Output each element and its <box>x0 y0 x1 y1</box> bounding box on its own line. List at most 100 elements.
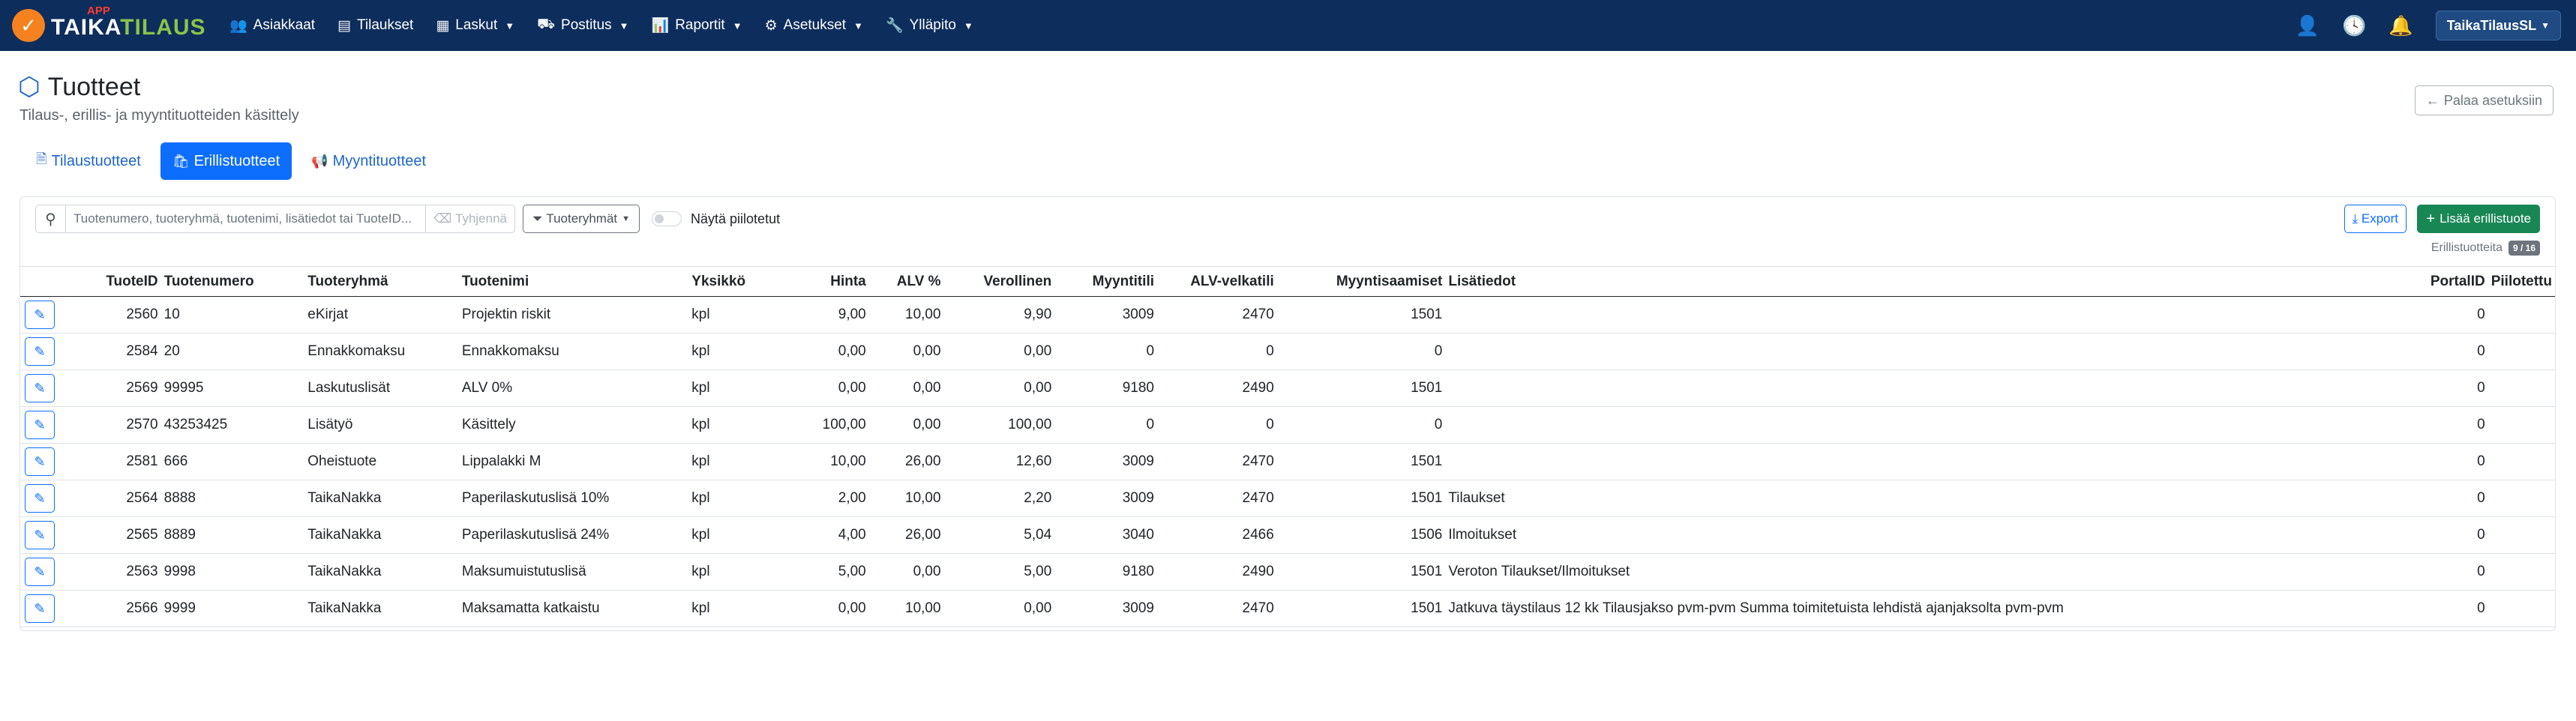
cell-piilotettu <box>2488 296 2555 334</box>
col-portalid[interactable]: PortalID <box>2403 266 2488 297</box>
col-tuoteid[interactable]: TuoteID <box>67 266 161 297</box>
edit-button[interactable]: ✎ <box>25 558 55 586</box>
cell-tuoteid: 2584 <box>67 333 161 370</box>
col-myyntitili[interactable]: Myyntitili <box>1054 266 1158 297</box>
count-label: Erillistuotteita <box>2431 241 2503 254</box>
cell-alv: 10,00 <box>868 480 944 517</box>
cell-hinta: 4,00 <box>771 516 869 554</box>
table-row[interactable]: ✎ 2584 20 Ennakkomaksu Ennakkomaksu kpl 0,00 0,… <box>20 333 2555 370</box>
table-row[interactable]: ✎ 2566 9999 TaikaNakka Maksamatta katkaistu k… <box>20 590 2555 627</box>
user-menu-button[interactable]: TaikaTilausSL ▼ <box>2435 10 2561 40</box>
cell-portalid: 0 <box>2403 480 2488 517</box>
brand-logo-link[interactable]: ✓ TAIKATILAUS APP <box>12 4 206 45</box>
main-nav: 👥 Asiakkaat ▤ Tilaukset ▦ Laskut ▼ ⛟ Pos… <box>229 0 996 51</box>
chart-icon: 📊 <box>651 18 670 34</box>
edit-button[interactable]: ✎ <box>25 337 55 366</box>
user-settings-icon[interactable]: 👤 <box>2296 14 2320 37</box>
nav-item-tilaukset[interactable]: ▤ Tilaukset <box>337 17 413 34</box>
pencil-icon: ✎ <box>34 564 46 579</box>
show-hidden-toggle[interactable] <box>652 211 682 226</box>
cell-tuotenimi: Maksumuistutuslisä <box>458 553 689 591</box>
cell-myyntitili: 3040 <box>1054 516 1158 554</box>
cell-tuoteid: 2566 <box>67 590 161 627</box>
cell-myyntisaamiset: 0 <box>1276 406 1446 444</box>
edit-button[interactable]: ✎ <box>25 594 55 623</box>
cell-tuoteryhma: TaikaNakka <box>304 590 459 627</box>
pencil-icon: ✎ <box>34 380 46 396</box>
pencil-icon: ✎ <box>34 527 46 543</box>
export-button[interactable]: ⤓ Export <box>2344 205 2407 233</box>
col-hinta[interactable]: Hinta <box>771 266 869 297</box>
col-alv[interactable]: ALV % <box>868 266 944 297</box>
nav-item-asiakkaat[interactable]: 👥 Asiakkaat <box>229 16 315 34</box>
cell-tuoteryhma: Laskutuslisät <box>304 369 459 407</box>
invoice-icon: ▦ <box>436 17 450 34</box>
cell-tuoteryhma: TaikaNakka <box>304 480 459 517</box>
table-row[interactable]: ✎ 2565 8889 TaikaNakka Paperilaskutuslisä 24… <box>20 516 2555 554</box>
toolbar: ⚲ ⌫ Tyhjennä ⏷ Tuoteryhmät ▼ Näytä piilo… <box>35 205 780 233</box>
table-row[interactable]: ✎ 2564 8888 TaikaNakka Paperilaskutuslisä 10… <box>20 480 2555 517</box>
pencil-icon: ✎ <box>34 600 46 616</box>
chevron-down-icon: ▼ <box>853 19 863 31</box>
col-yksikko[interactable]: Yksikkö <box>688 266 772 297</box>
tab-erillistuotteet[interactable]: 🛍 Erillistuotteet <box>160 142 292 180</box>
tab-tilaustuotteet[interactable]: 🗎 Tilaustuotteet <box>24 142 153 180</box>
cell-tuoteid: 2569 <box>67 369 161 407</box>
group-filter-label: Tuoteryhmät <box>546 211 618 226</box>
cell-alv-velkatili: 2470 <box>1157 590 1277 627</box>
bell-icon[interactable]: 🔔 <box>2389 14 2413 37</box>
clock-icon[interactable]: 🕓 <box>2342 14 2366 37</box>
cell-tuotenimi: Lippalakki M <box>458 443 689 480</box>
edit-button[interactable]: ✎ <box>25 411 55 439</box>
table-row[interactable]: ✎ 2569 99995 Laskutuslisät ALV 0% kpl 0,00 0,00… <box>20 369 2555 407</box>
cell-yksikko: kpl <box>688 480 772 517</box>
col-tuotenimi[interactable]: Tuotenimi <box>458 266 689 297</box>
table-row[interactable]: ✎ 2581 666 Oheistuote Lippalakki Mkpl 10,00 26… <box>20 443 2555 480</box>
edit-button[interactable]: ✎ <box>25 301 55 329</box>
nav-item-yllapito[interactable]: 🔧 Ylläpito ▼ <box>886 16 973 34</box>
cell-hinta: 0,00 <box>771 333 869 370</box>
cell-verollinen: 0,00 <box>943 333 1055 370</box>
back-to-settings-button[interactable]: ← Palaa asetuksiin <box>2414 85 2554 115</box>
cell-tuotenimi: ALV 0% <box>458 369 689 407</box>
col-myyntisaamiset[interactable]: Myyntisaamiset <box>1276 266 1446 297</box>
search-input[interactable] <box>66 205 426 232</box>
cell-edit: ✎ <box>20 333 68 370</box>
cell-tuotenimi: Paperilaskutuslisä 10% <box>458 480 689 517</box>
tab-myyntituotteet[interactable]: 📢 Myyntituotteet <box>299 142 438 180</box>
edit-button[interactable]: ✎ <box>25 447 55 476</box>
nav-item-raportit[interactable]: 📊 Raportit ▼ <box>652 16 742 34</box>
cell-tuoteid: 2570 <box>67 406 161 444</box>
edit-button[interactable]: ✎ <box>25 484 55 513</box>
col-tuotenumero[interactable]: Tuotenumero <box>160 266 305 297</box>
col-alv-velkatili[interactable]: ALV-velkatili <box>1157 266 1277 297</box>
edit-button[interactable]: ✎ <box>25 374 55 402</box>
cell-lisatiedot: Tilaukset <box>1445 480 2404 517</box>
col-piilotettu[interactable]: Piilotettu <box>2488 266 2555 297</box>
download-icon: ⤓ <box>2352 211 2362 226</box>
cell-tuotenimi: Ennakkomaksu <box>458 333 689 370</box>
cell-tuotenimi: Käsittely <box>458 406 689 444</box>
clear-search-button[interactable]: ⌫ Tyhjennä <box>425 205 514 232</box>
cell-edit: ✎ <box>20 553 68 591</box>
cell-piilotettu <box>2488 443 2555 480</box>
nav-item-asetukset[interactable]: ⚙ Asetukset ▼ <box>765 17 863 34</box>
table-row[interactable]: ✎ 2560 10 eKirjat Projektin riskit kpl 9,00 10,… <box>20 296 2555 334</box>
nav-right: 👤 🕓 🔔 TaikaTilausSL ▼ <box>2273 0 2561 51</box>
cell-alv: 0,00 <box>868 553 944 591</box>
col-verollinen[interactable]: Verollinen <box>943 266 1055 297</box>
table-row[interactable]: ✎ 2563 9998 TaikaNakka Maksumuistutuslisä kpl… <box>20 553 2555 591</box>
cell-yksikko: kpl <box>688 516 772 554</box>
cell-lisatiedot <box>1445 296 2404 334</box>
nav-item-postitus[interactable]: ⛟ Postitus ▼ <box>537 16 628 34</box>
cell-tuoteryhma: TaikaNakka <box>304 516 459 554</box>
edit-button[interactable]: ✎ <box>25 521 55 549</box>
product-group-filter[interactable]: ⏷ Tuoteryhmät ▼ <box>523 205 640 233</box>
add-product-button[interactable]: + Lisää erillistuote <box>2417 205 2540 233</box>
table-row[interactable]: ✎ 2570 43253425 Lisätyö Käsittely kpl 100,00 0,… <box>20 406 2555 444</box>
col-tuoteryhma[interactable]: Tuoteryhmä <box>304 266 459 297</box>
cell-verollinen: 2,20 <box>943 480 1055 517</box>
col-lisatiedot[interactable]: Lisätiedot <box>1445 266 2404 297</box>
page-title-text: Tuotteet <box>47 72 141 101</box>
nav-item-laskut[interactable]: ▦ Laskut ▼ <box>436 17 514 34</box>
